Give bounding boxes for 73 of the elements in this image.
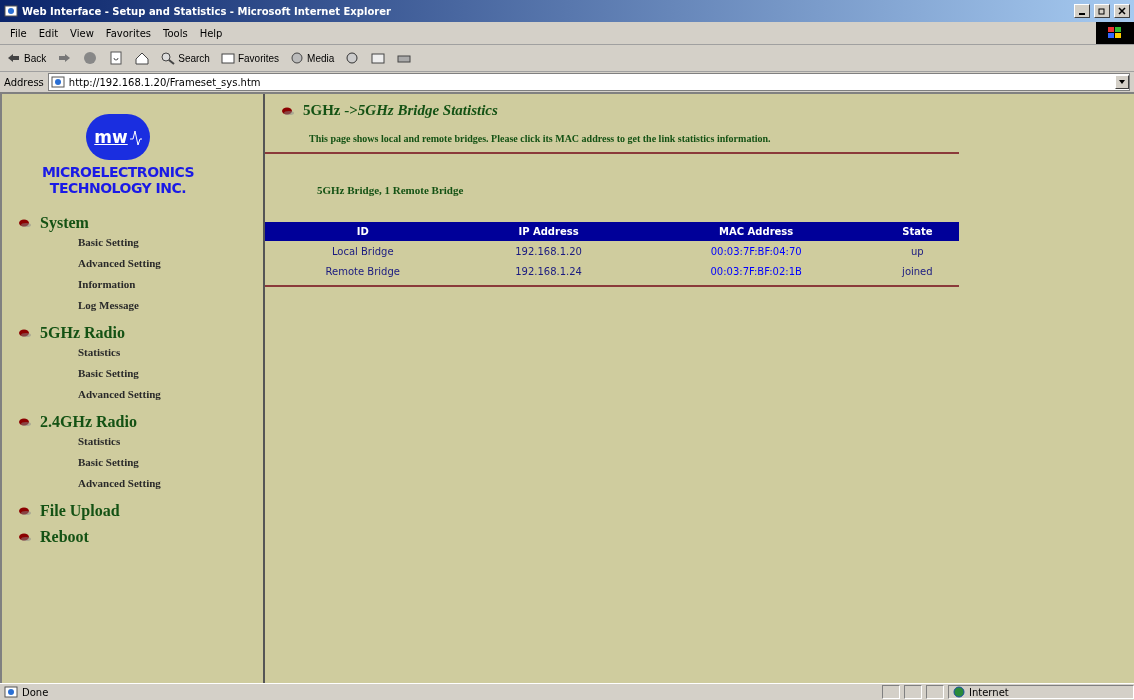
column-header: IP Address bbox=[460, 222, 637, 241]
menu-item[interactable]: Edit bbox=[32, 27, 65, 39]
home-icon bbox=[134, 51, 151, 65]
table-cell-text: joined bbox=[901, 264, 934, 279]
caret-icon bbox=[1119, 80, 1125, 84]
favorites-button[interactable]: Favorites bbox=[217, 51, 282, 65]
bullet-icon bbox=[281, 105, 295, 116]
nav-link[interactable]: Information bbox=[78, 274, 263, 295]
nav-section-link[interactable]: 5GHz Radio bbox=[40, 324, 125, 342]
minimize-button[interactable] bbox=[1074, 4, 1090, 18]
close-icon bbox=[1118, 7, 1126, 15]
menu-item[interactable]: View bbox=[64, 27, 100, 39]
close-button[interactable] bbox=[1114, 4, 1130, 18]
column-header: ID bbox=[265, 222, 461, 241]
table-cell: 192.168.1.20 bbox=[460, 241, 637, 261]
company-name: MICROELECTRONICS bbox=[41, 164, 195, 180]
window-title: Web Interface - Setup and Statistics - Microsoft Internet Explorer bbox=[22, 5, 392, 17]
logo-emblem: mw bbox=[86, 114, 150, 160]
zone-text: Internet bbox=[969, 686, 1009, 698]
status-panel bbox=[904, 685, 922, 699]
nav-link[interactable]: Basic Setting bbox=[78, 232, 263, 253]
nav-section-link[interactable]: File Upload bbox=[40, 502, 120, 520]
page-icon bbox=[50, 76, 65, 88]
intro-text: This page shows local and remote bridges. Please click its MAC address to get the link statistics information. bbox=[309, 133, 772, 144]
back-arrow-icon bbox=[6, 51, 22, 65]
windows-logo bbox=[1096, 22, 1134, 44]
search-button[interactable]: Search bbox=[158, 51, 212, 65]
company-name: TECHNOLOGY INC. bbox=[49, 180, 187, 196]
menu-item[interactable]: File bbox=[4, 27, 33, 39]
menu-item[interactable]: Help bbox=[193, 27, 229, 39]
status-panel bbox=[882, 685, 900, 699]
bullet-icon bbox=[18, 417, 32, 427]
nav-section-link[interactable]: Reboot bbox=[40, 528, 89, 546]
mac-link[interactable]: 00:03:7F:BF:02:1B bbox=[636, 261, 876, 281]
nav-link[interactable]: Statistics bbox=[78, 431, 263, 452]
search-icon bbox=[160, 51, 177, 65]
bullet-icon bbox=[18, 328, 32, 338]
status-panel bbox=[926, 685, 944, 699]
menu-item[interactable]: Tools bbox=[157, 27, 194, 39]
table-cell: Local Bridge bbox=[265, 241, 461, 261]
refresh-icon bbox=[108, 51, 125, 65]
bullet-icon bbox=[18, 532, 32, 542]
restore-button[interactable] bbox=[1094, 4, 1110, 18]
column-header: MAC Address bbox=[636, 222, 876, 241]
bridge-summary: 5GHz Bridge, 1 Remote Bridge bbox=[317, 184, 465, 196]
address-field[interactable]: http://192.168.1.20/Frameset_sys.htm bbox=[47, 73, 1130, 91]
bullet-icon bbox=[18, 218, 32, 228]
dropdown-button[interactable] bbox=[1115, 75, 1129, 89]
table-cell-text: Remote Bridge bbox=[324, 264, 401, 279]
mac-link[interactable]: 00:03:7F:BF:04:70 bbox=[636, 241, 876, 261]
nav-section-link[interactable]: 2.4GHz Radio bbox=[40, 413, 137, 431]
stop-icon bbox=[82, 51, 99, 65]
page-icon bbox=[4, 686, 18, 698]
nav-link[interactable]: Basic Setting bbox=[78, 452, 263, 473]
bullet-icon bbox=[18, 506, 32, 516]
column-header: State bbox=[875, 222, 959, 241]
back-button[interactable]: Back bbox=[4, 51, 49, 65]
table-cell: up bbox=[875, 241, 959, 261]
nav-link[interactable]: Advanced Setting bbox=[78, 384, 263, 405]
nav-link[interactable]: Statistics bbox=[78, 342, 263, 363]
status-text: Done bbox=[22, 686, 50, 698]
menu-item[interactable]: Favorites bbox=[99, 27, 157, 39]
nav-section-link[interactable]: System bbox=[40, 214, 89, 232]
page-title: 5GHz ->5GHz Bridge Statistics bbox=[303, 102, 498, 119]
nav-link[interactable]: Log Message bbox=[78, 295, 263, 316]
nav-link[interactable]: Advanced Setting bbox=[78, 473, 263, 494]
nav-link[interactable]: Basic Setting bbox=[78, 363, 263, 384]
restore-icon bbox=[1098, 7, 1106, 15]
table-cell-text: 192.168.1.24 bbox=[514, 264, 583, 279]
address-label: Address bbox=[4, 76, 44, 88]
media-button[interactable]: Media bbox=[287, 51, 337, 65]
page-icon bbox=[4, 5, 18, 17]
nav-link[interactable]: Advanced Setting bbox=[78, 253, 263, 274]
